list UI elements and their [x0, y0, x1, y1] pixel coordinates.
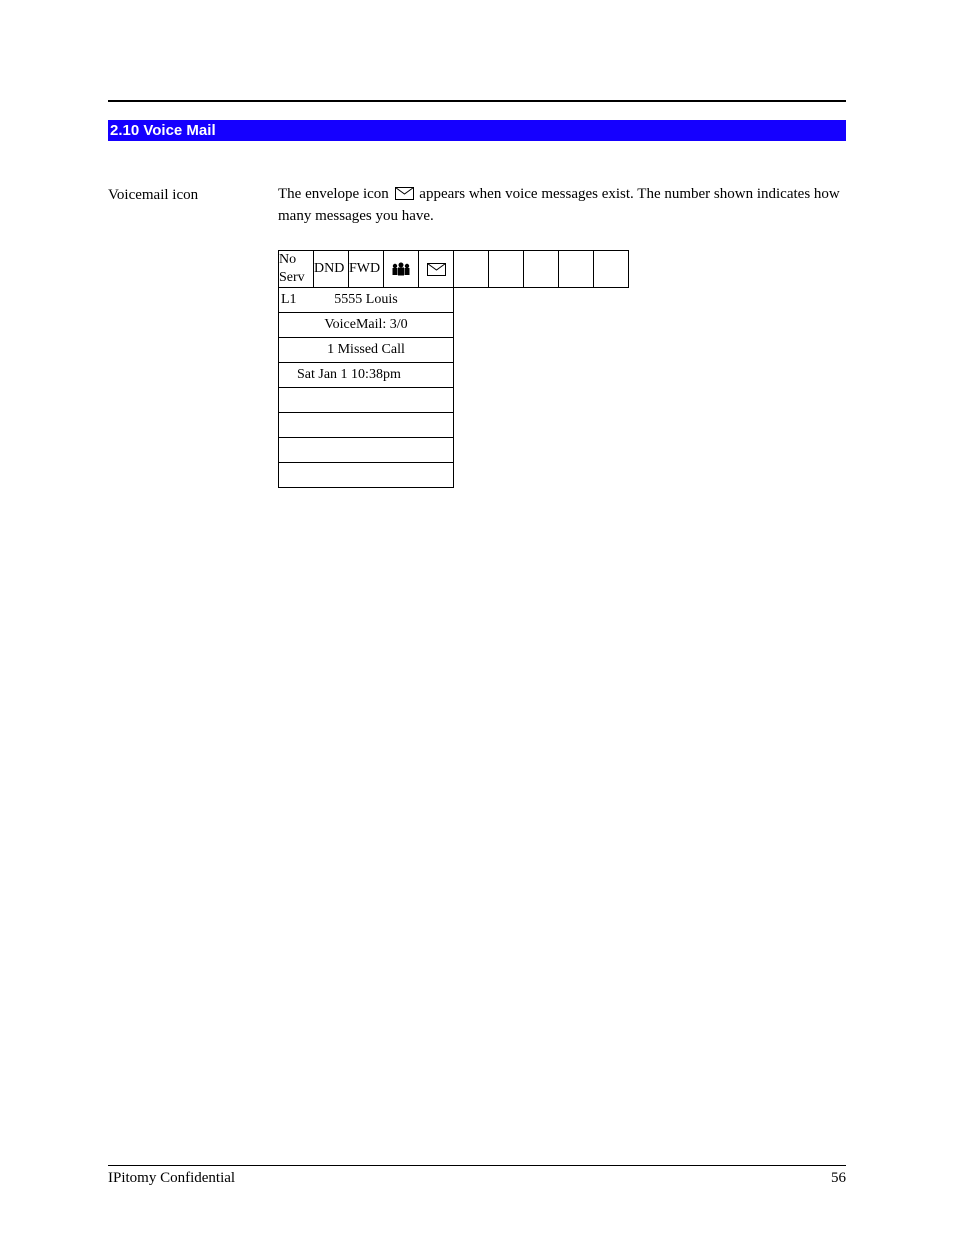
datetime-row: Sat Jan 1 10:38pm — [279, 363, 629, 388]
page: 2.10 Voice Mail Voicemail icon The envel… — [0, 0, 954, 1235]
empty-row — [279, 463, 629, 488]
status-empty — [594, 251, 629, 288]
line-label: L1 — [281, 291, 297, 309]
voicemail-row: VoiceMail: 3/0 — [279, 313, 629, 338]
status-empty — [524, 251, 559, 288]
footer: IPitomy Confidential 56 — [108, 1165, 846, 1187]
group-icon — [384, 251, 419, 288]
missed-row: 1 Missed Call — [279, 338, 629, 363]
footer-left: IPitomy Confidential — [108, 1170, 235, 1187]
empty-cell — [279, 463, 454, 488]
status-empty — [454, 251, 489, 288]
line-text: 5555 Louis — [279, 291, 453, 309]
voicemail-text: VoiceMail: 3/0 — [279, 313, 454, 338]
empty-cell — [279, 388, 454, 413]
status-fwd: FWD — [349, 251, 384, 288]
footer-line: IPitomy Confidential 56 — [108, 1170, 846, 1187]
status-dnd: DND — [314, 251, 349, 288]
footer-rule — [108, 1165, 846, 1166]
status-row: No Serv DND FWD — [279, 251, 629, 288]
status-empty — [489, 251, 524, 288]
envelope-icon — [395, 187, 414, 207]
status-noserv: No Serv — [279, 251, 314, 288]
empty-row — [279, 388, 629, 413]
status-empty — [559, 251, 594, 288]
top-rule — [108, 100, 846, 102]
empty-cell — [279, 413, 454, 438]
footer-page-number: 56 — [831, 1170, 846, 1187]
side-label: Voicemail icon — [108, 185, 278, 488]
envelope-status-icon — [419, 251, 454, 288]
phone-display: No Serv DND FWD — [278, 250, 629, 488]
description: The envelope icon appears when voice mes… — [278, 185, 846, 226]
section-header: 2.10 Voice Mail — [108, 120, 846, 141]
line-row: L1 5555 Louis — [279, 288, 629, 313]
content-row: Voicemail icon The envelope icon appears… — [108, 185, 846, 488]
main-column: The envelope icon appears when voice mes… — [278, 185, 846, 488]
empty-row — [279, 413, 629, 438]
empty-row — [279, 438, 629, 463]
missed-text: 1 Missed Call — [279, 338, 454, 363]
desc-pre: The envelope icon — [278, 186, 393, 202]
empty-cell — [279, 438, 454, 463]
datetime-text: Sat Jan 1 10:38pm — [279, 363, 454, 388]
